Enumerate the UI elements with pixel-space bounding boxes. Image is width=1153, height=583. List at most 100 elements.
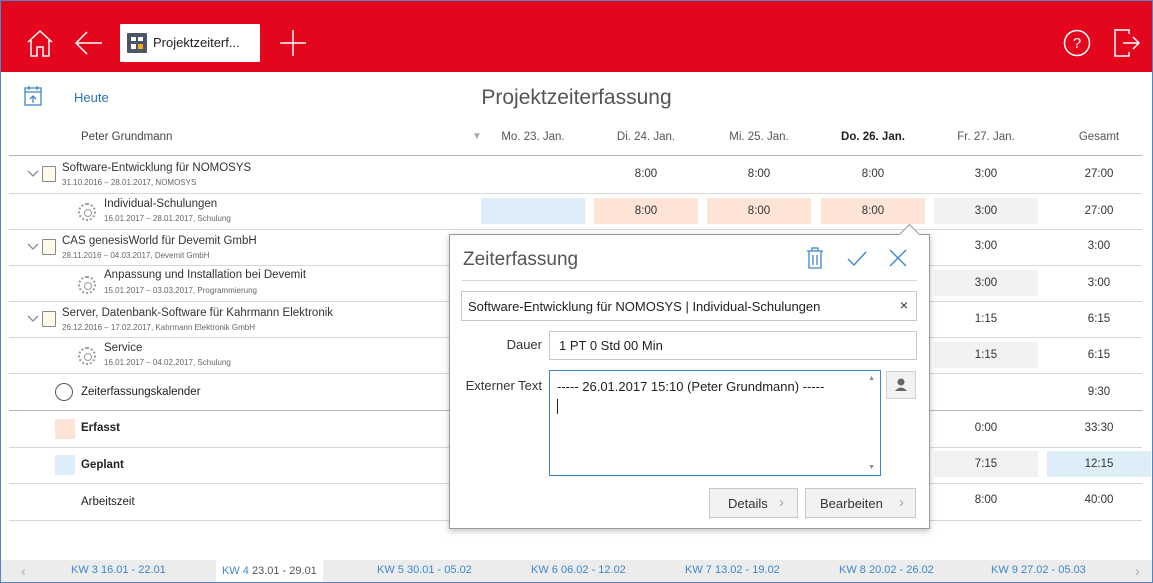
week-range: 13.02 - 19.02: [714, 564, 780, 576]
cell-total: 6:15: [1087, 349, 1111, 361]
project-document-icon: [42, 166, 56, 182]
cell-mon[interactable]: [481, 198, 585, 224]
cell-fri: 8:00: [974, 494, 998, 506]
week-range: 27.02 - 05.03: [1020, 564, 1086, 576]
column-header-fri: Fr. 27. Jan.: [957, 131, 1015, 143]
cell-fri[interactable]: 3:00: [934, 270, 1038, 296]
external-text-label: Externer Text: [465, 378, 542, 393]
cell-total: 9:30: [1087, 386, 1111, 398]
person-name: Peter Grundmann: [81, 131, 173, 143]
project-subtitle: 31.10.2016 – 28.01.2017, NOMOSYS: [62, 178, 197, 187]
table-row[interactable]: Individual-Schulungen 16.01.2017 – 28.01…: [0, 193, 1153, 229]
planned-swatch: [55, 455, 75, 475]
logout-icon[interactable]: [1113, 28, 1141, 58]
edit-button[interactable]: Bearbeiten ›: [805, 488, 916, 518]
task-subtitle: 16.01.2017 – 04.02.2017, Schulung: [104, 358, 231, 367]
task-gear-icon: [78, 276, 96, 294]
week-item[interactable]: KW 3 16.01 - 22.01: [71, 564, 166, 576]
svg-text:?: ?: [1073, 35, 1081, 52]
project-app-icon: [127, 33, 147, 53]
week-number: KW 6: [531, 564, 558, 576]
project-name: CAS genesisWorld für Devemit GmbH: [62, 235, 257, 247]
chevron-down-icon[interactable]: [27, 242, 39, 252]
chevron-down-icon[interactable]: [27, 314, 39, 324]
cell-thu[interactable]: 8:00: [821, 198, 925, 224]
add-tab-icon[interactable]: [278, 28, 308, 58]
cell-total: 27:00: [1084, 205, 1114, 217]
cell-fri: 3:00: [974, 240, 998, 252]
week-item[interactable]: KW 7 13.02 - 19.02: [685, 564, 780, 576]
stopwatch-icon: [55, 383, 73, 401]
cell-total: 6:15: [1087, 313, 1111, 325]
home-icon[interactable]: [26, 28, 54, 58]
task-subtitle: 15.01.2017 – 03.03.2017, Programmierung: [104, 286, 257, 295]
back-arrow-icon[interactable]: [74, 29, 104, 57]
arbeitszeit-label: Arbeitszeit: [81, 496, 135, 508]
scroll-down-icon[interactable]: ▼: [868, 464, 875, 471]
cell-total: 3:00: [1087, 277, 1111, 289]
geplant-label: Geplant: [81, 459, 124, 471]
chevron-down-icon[interactable]: [27, 169, 39, 179]
cell-wed[interactable]: 8:00: [707, 198, 811, 224]
cell-total: 12:15: [1047, 451, 1151, 477]
dauer-label: Dauer: [506, 337, 542, 352]
next-week-icon[interactable]: ›: [1135, 563, 1140, 579]
table-row[interactable]: Software-Entwicklung für NOMOSYS 31.10.2…: [0, 157, 1153, 193]
week-number: KW 7: [685, 564, 712, 576]
tab-label: Projektzeiterf...: [153, 35, 240, 50]
calendar-row-label: Zeiterfassungskalender: [81, 386, 201, 398]
cell-total: 3:00: [1087, 240, 1111, 252]
cell-tue: 8:00: [634, 168, 658, 180]
duration-field[interactable]: 1 PT 0 Std 00 Min: [549, 331, 917, 360]
delete-trash-icon[interactable]: [806, 247, 824, 269]
cell-wed: 8:00: [747, 168, 771, 180]
column-header-wed: Mi. 25. Jan.: [729, 131, 789, 143]
week-item[interactable]: KW 8 20.02 - 26.02: [839, 564, 934, 576]
column-header-mon: Mo. 23. Jan.: [501, 131, 565, 143]
tab-projektzeiterfassung[interactable]: Projektzeiterf...: [120, 24, 260, 62]
clear-project-icon[interactable]: ×: [900, 297, 908, 313]
cell-thu: 8:00: [861, 168, 885, 180]
column-header-total: Gesamt: [1078, 131, 1120, 143]
cell-total: 40:00: [1084, 494, 1114, 506]
duration-value: 1 PT 0 Std 00 Min: [559, 338, 663, 353]
insert-person-button[interactable]: [886, 371, 916, 399]
help-icon[interactable]: ?: [1063, 29, 1091, 57]
project-field[interactable]: Software-Entwicklung für NOMOSYS | Indiv…: [461, 291, 917, 321]
week-range: 30.01 - 05.02: [406, 564, 472, 576]
week-item[interactable]: KW 6 06.02 - 12.02: [531, 564, 626, 576]
cell-fri: 7:15: [934, 451, 1038, 477]
week-range: 06.02 - 12.02: [560, 564, 626, 576]
dialog-separator: [462, 280, 917, 281]
project-document-icon: [42, 311, 56, 327]
cell-tue[interactable]: 8:00: [594, 198, 698, 224]
task-name: Anpassung und Installation bei Devemit: [104, 269, 307, 281]
week-item[interactable]: KW 5 30.01 - 05.02: [377, 564, 472, 576]
week-range: 16.01 - 22.01: [100, 564, 166, 576]
erfasst-label: Erfasst: [81, 422, 120, 434]
close-icon[interactable]: [887, 247, 909, 269]
column-header-thu: Do. 26. Jan.: [841, 131, 905, 143]
external-text-area[interactable]: ----- 26.01.2017 15:10 (Peter Grundmann)…: [549, 370, 881, 476]
cell-fri: 1:15: [974, 313, 998, 325]
project-field-value: Software-Entwicklung für NOMOSYS | Indiv…: [468, 299, 821, 314]
week-range: 20.02 - 26.02: [868, 564, 934, 576]
task-gear-icon: [78, 347, 96, 365]
cell-fri: 3:00: [974, 168, 998, 180]
project-name: Software-Entwicklung für NOMOSYS: [62, 162, 252, 174]
previous-week-icon[interactable]: ‹: [21, 563, 26, 579]
week-item-active[interactable]: KW 4 23.01 - 29.01: [216, 560, 323, 582]
week-number: KW 3: [71, 564, 98, 576]
project-name: Server, Datenbank-Software für Kahrmann …: [62, 307, 334, 319]
details-button[interactable]: Details ›: [709, 488, 798, 518]
scroll-up-icon[interactable]: ▲: [868, 375, 875, 382]
chevron-right-icon: ›: [779, 494, 784, 511]
week-range: 23.01 - 29.01: [251, 565, 317, 577]
cell-fri[interactable]: 1:15: [934, 342, 1038, 368]
week-item[interactable]: KW 9 27.02 - 05.03: [991, 564, 1086, 576]
confirm-check-icon[interactable]: [846, 247, 868, 269]
cell-fri[interactable]: 3:00: [934, 198, 1038, 224]
task-subtitle: 16.01.2017 – 28.01.2017, Schulung: [104, 214, 231, 223]
week-number: KW 9: [991, 564, 1018, 576]
time-entry-dialog: Zeiterfassung Software-Entwicklung für N…: [449, 223, 930, 529]
